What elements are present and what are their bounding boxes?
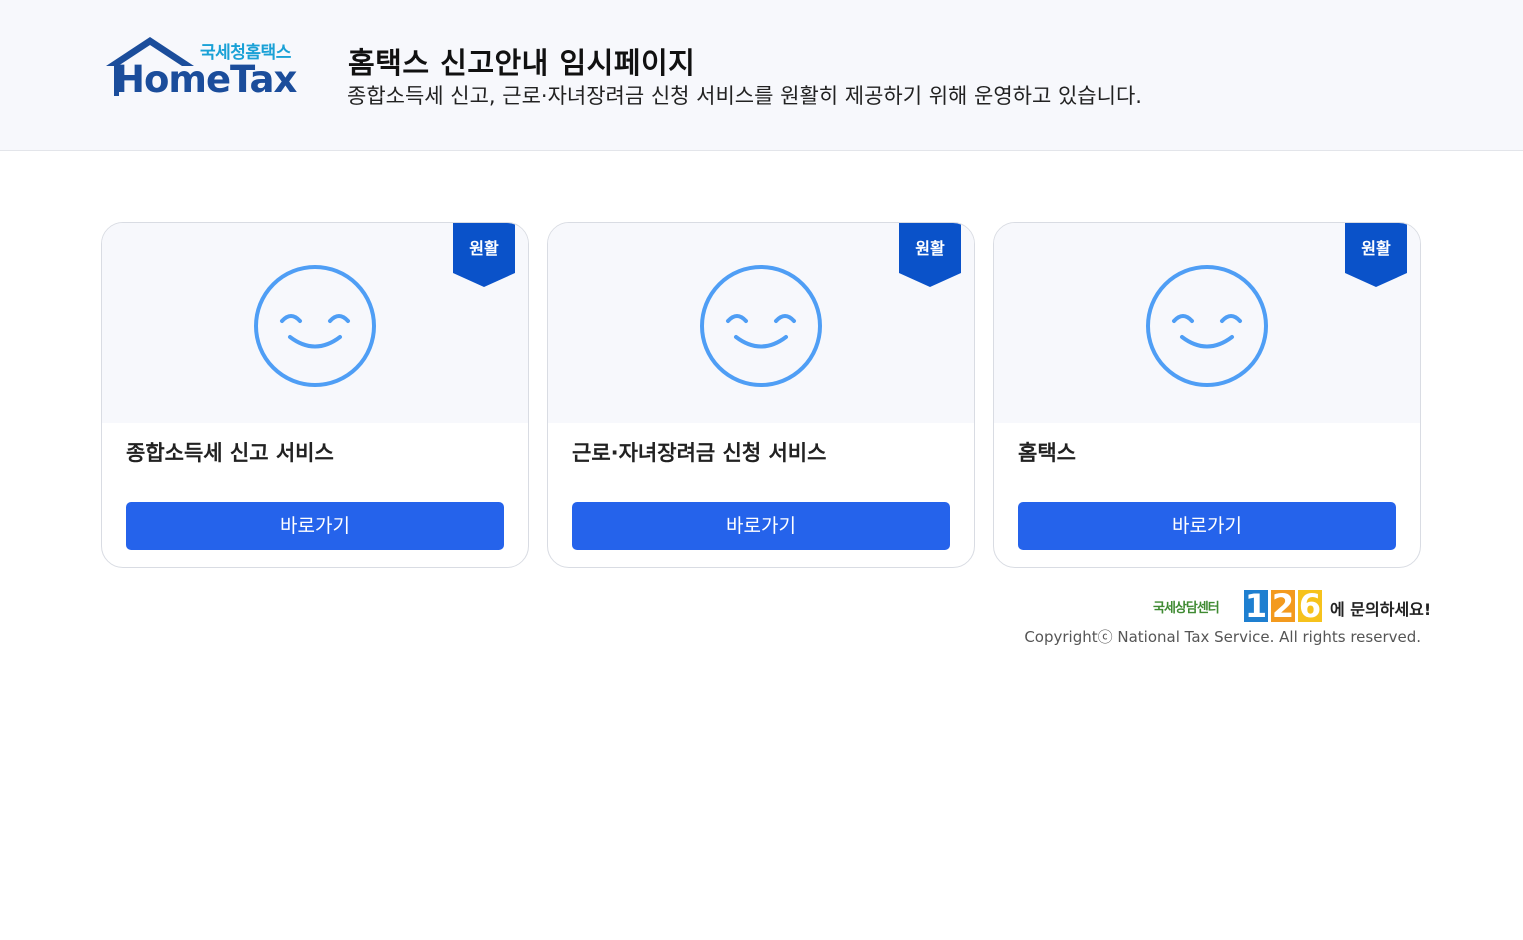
hometax-logo[interactable]: 국세청홈택스 HomeTax [100,36,305,101]
card-title: 근로·자녀장려금 신청 서비스 [572,441,827,465]
service-card-hometax: 원활 홈택스 바로가기 [993,222,1421,568]
call-center-tail: 에 문의하세요! [1330,600,1432,619]
go-button[interactable]: 바로가기 [572,502,950,550]
digit-1: 1 [1244,587,1268,625]
smiley-icon [254,265,376,387]
digit-2: 2 [1271,587,1295,625]
copyright-text: Copyrightⓒ National Tax Service. All rig… [1024,628,1421,646]
call-center-label: 국세상담센터 [1153,601,1220,616]
page-title: 홈택스 신고안내 임시페이지 [348,46,696,80]
card-title: 종합소득세 신고 서비스 [126,441,334,465]
smiley-icon [700,265,822,387]
card-title: 홈택스 [1018,441,1076,465]
digit-6: 6 [1298,587,1322,625]
service-card-income-tax: 원활 종합소득세 신고 서비스 바로가기 [101,222,529,568]
status-badge: 원활 [899,223,961,288]
status-badge: 원활 [453,223,515,288]
service-card-incentive: 원활 근로·자녀장려금 신청 서비스 바로가기 [547,222,975,568]
status-badge-label: 원활 [1361,239,1391,258]
tax-call-center-banner: 국세상담센터 1 2 6 에 문의하세요! [1150,587,1431,625]
page-header: 국세청홈택스 HomeTax 홈택스 신고안내 임시페이지 종합소득세 신고, … [0,0,1523,151]
go-button[interactable]: 바로가기 [126,502,504,550]
go-button[interactable]: 바로가기 [1018,502,1396,550]
page-subtitle: 종합소득세 신고, 근로·자녀장려금 신청 서비스를 원활히 제공하기 위해 운… [347,84,1142,108]
status-badge: 원활 [1345,223,1407,288]
status-badge-label: 원활 [915,239,945,258]
status-badge-label: 원활 [469,239,499,258]
smiley-icon [1146,265,1268,387]
logo-english-text: HomeTax [114,58,297,101]
